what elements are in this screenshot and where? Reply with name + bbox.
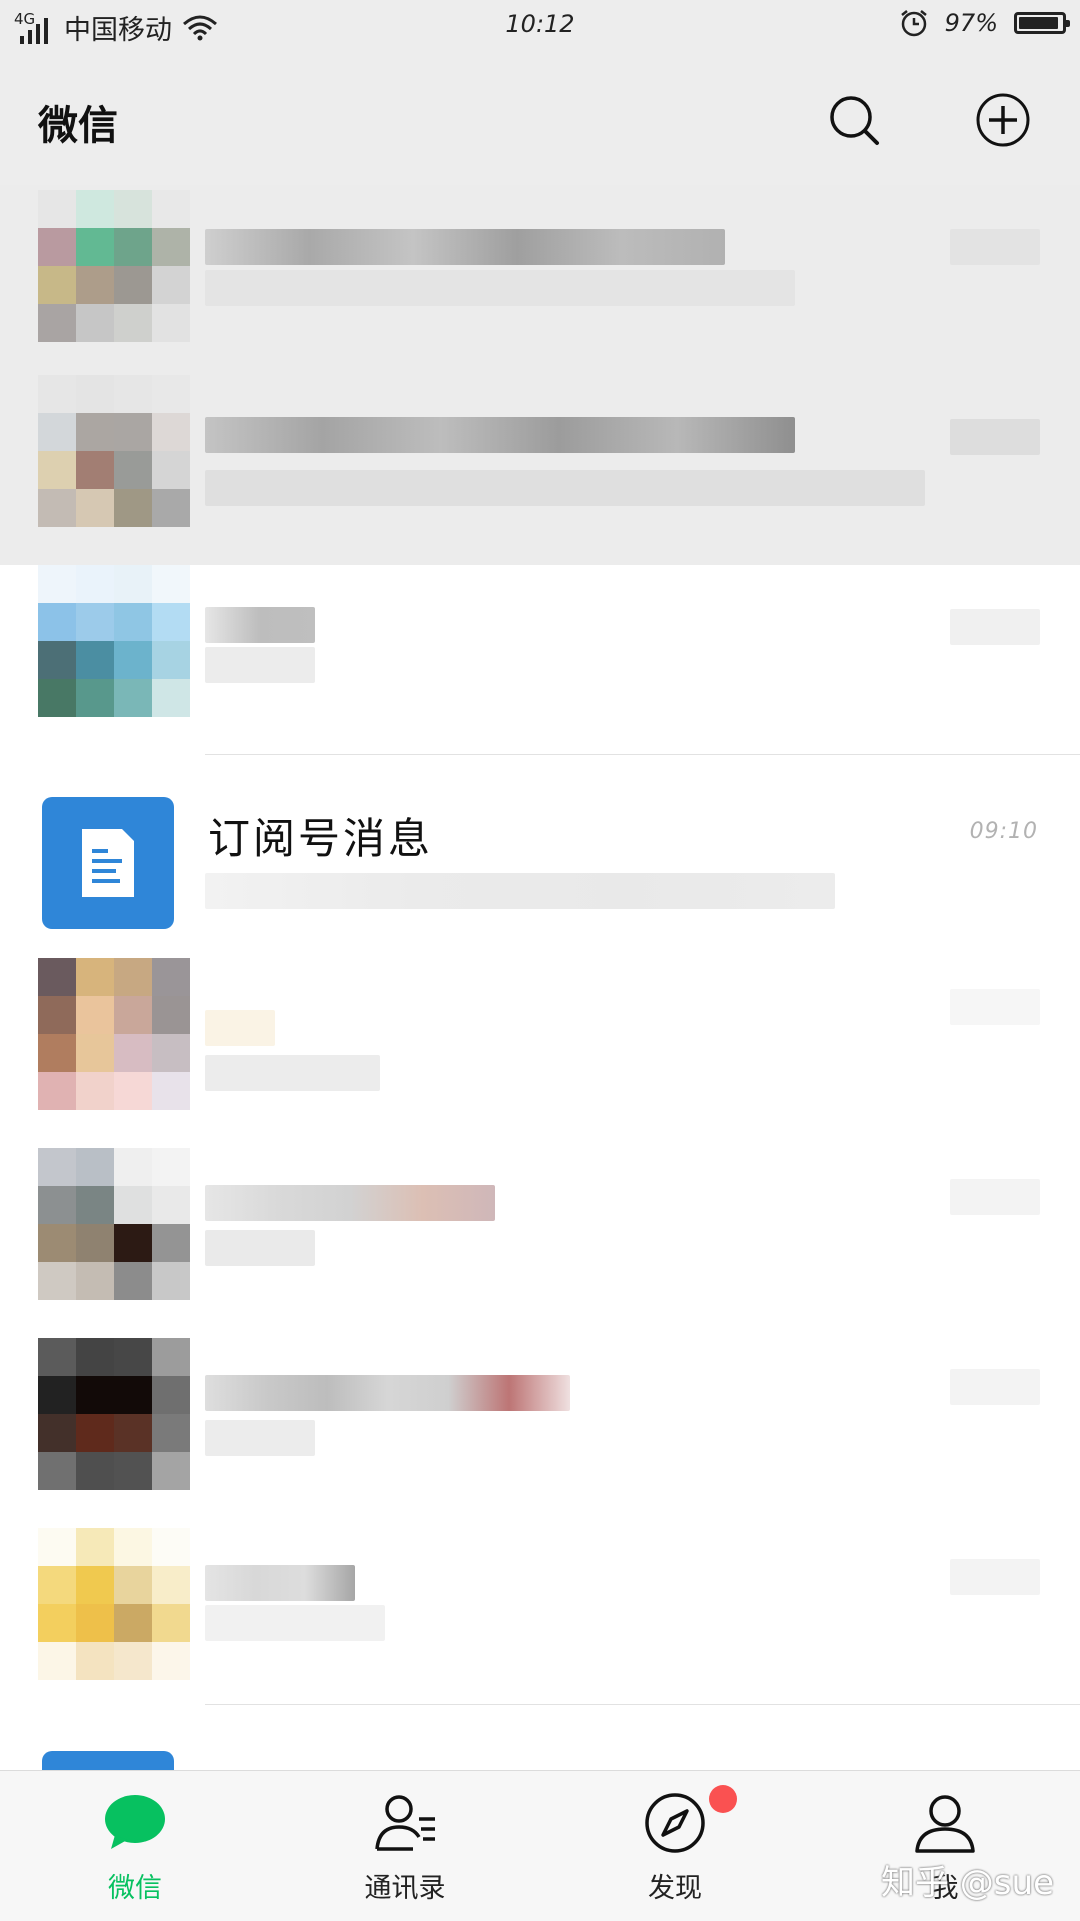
person-icon	[915, 1795, 975, 1853]
chat-item-subscriptions[interactable]: 订阅号消息 09:10	[0, 755, 1080, 945]
blurred-time	[950, 609, 1040, 645]
blurred-name	[205, 1185, 495, 1221]
status-right: 97%	[899, 8, 1070, 38]
blurred-preview	[205, 1420, 315, 1456]
blurred-preview	[205, 647, 315, 683]
avatar	[38, 565, 190, 717]
chat-name: 订阅号消息	[208, 814, 434, 863]
blurred-name	[205, 229, 725, 265]
contacts-icon	[375, 1795, 435, 1851]
watermark: 知乎 @sue	[881, 1863, 1054, 1903]
notification-badge	[709, 1785, 737, 1813]
document-icon	[82, 829, 134, 897]
chat-time: 09:10	[969, 819, 1038, 844]
blurred-name	[205, 1375, 570, 1411]
tab-chats[interactable]: 微信	[45, 1771, 225, 1921]
chat-item-5[interactable]	[0, 945, 1080, 1135]
blurred-preview	[205, 873, 835, 909]
blurred-name	[205, 1565, 355, 1601]
tab-contacts[interactable]: 通讯录	[315, 1771, 495, 1921]
chat-item-3[interactable]	[0, 565, 1080, 755]
tab-label: 发现	[648, 1873, 702, 1904]
blurred-name	[205, 417, 795, 453]
blurred-name	[205, 1010, 275, 1046]
avatar	[38, 375, 190, 527]
blurred-preview	[205, 270, 795, 306]
blurred-time	[950, 989, 1040, 1025]
battery-percent: 97%	[944, 9, 998, 37]
chat-list: 订阅号消息 09:10	[0, 185, 1080, 1770]
chat-item-6[interactable]	[0, 1135, 1080, 1325]
chat-item-pinned-2[interactable]	[0, 375, 1080, 565]
compass-icon	[645, 1793, 705, 1853]
chat-item-8[interactable]	[0, 1515, 1080, 1705]
blurred-time	[950, 419, 1040, 455]
plus-circle-icon[interactable]	[975, 92, 1031, 148]
blurred-preview	[205, 1605, 385, 1641]
blurred-time	[950, 1369, 1040, 1405]
tab-label: 微信	[108, 1873, 162, 1904]
chat-bubble-icon	[105, 1795, 165, 1849]
avatar	[38, 958, 190, 1110]
tab-label: 通讯录	[364, 1873, 446, 1904]
avatar	[38, 1148, 190, 1300]
avatar	[38, 190, 190, 342]
chat-item-7[interactable]	[0, 1325, 1080, 1515]
app-header: 微信	[0, 55, 1080, 185]
blurred-time	[950, 229, 1040, 265]
alarm-icon	[900, 10, 927, 37]
tab-discover[interactable]: 发现	[585, 1771, 765, 1921]
chat-item-9[interactable]	[0, 1705, 1080, 1770]
blurred-preview	[205, 1055, 380, 1091]
battery-icon	[1014, 12, 1070, 34]
subscription-avatar	[42, 797, 174, 929]
avatar	[42, 1751, 174, 1770]
blurred-time	[950, 1559, 1040, 1595]
status-bar: 4G 中国移动 10:12 97%	[0, 0, 1080, 55]
avatar	[38, 1528, 190, 1680]
avatar	[38, 1338, 190, 1490]
chat-item-pinned-1[interactable]	[0, 185, 1080, 375]
blurred-preview	[205, 1230, 315, 1266]
blurred-preview	[205, 470, 925, 506]
page-title: 微信	[38, 103, 118, 149]
blurred-name	[205, 607, 315, 643]
blurred-time	[950, 1179, 1040, 1215]
search-icon[interactable]	[826, 92, 882, 148]
